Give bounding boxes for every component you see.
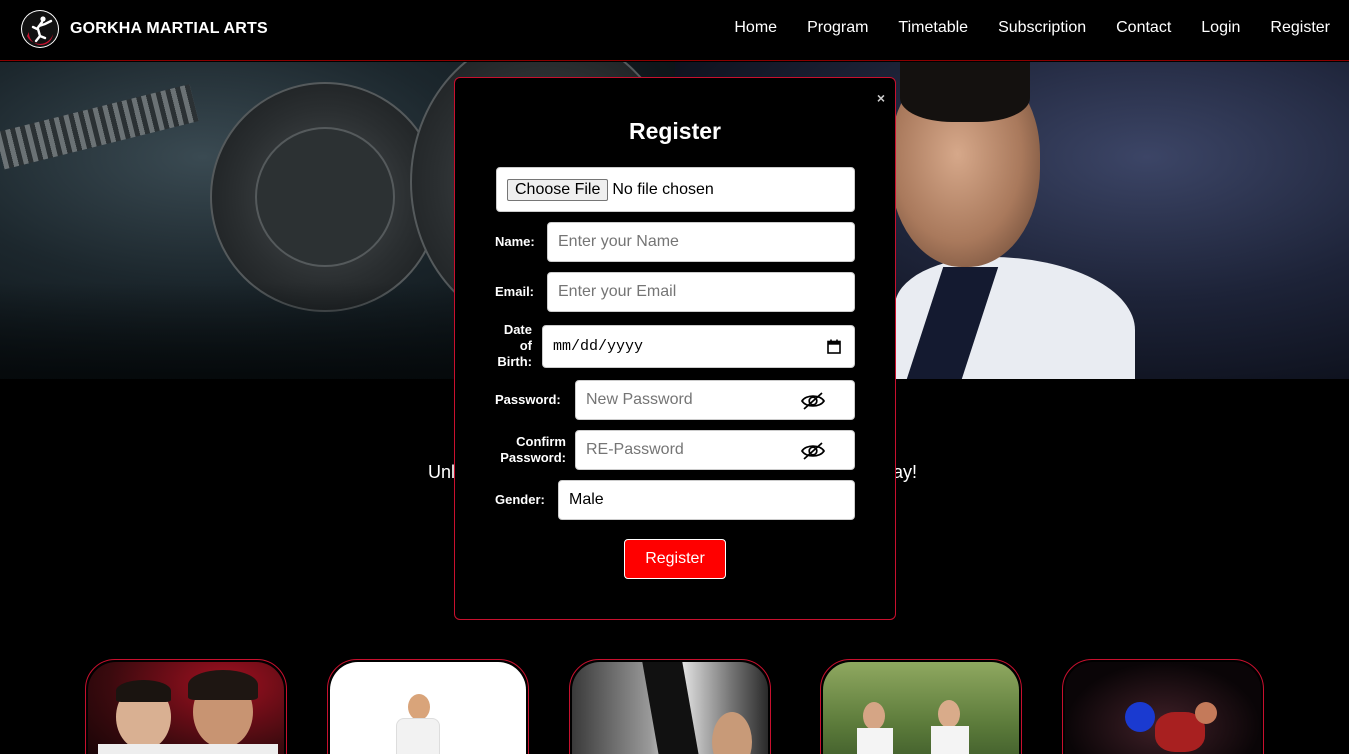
confirm-password-label: Confirm Password: xyxy=(500,434,566,465)
close-icon[interactable]: × xyxy=(877,90,885,106)
file-status: No file chosen xyxy=(612,180,714,198)
program-card-kids[interactable] xyxy=(85,659,287,754)
choose-file-button[interactable]: Choose File xyxy=(507,178,609,201)
program-card-kickboxing[interactable] xyxy=(1062,659,1264,754)
nav-program[interactable]: Program xyxy=(807,19,868,37)
profile-image-upload[interactable]: Choose File No file chosen xyxy=(496,167,855,212)
gender-select[interactable]: Male xyxy=(558,480,855,520)
dob-row: Date of Birth: mm/dd/yyyy xyxy=(495,322,855,370)
dob-field[interactable]: mm/dd/yyyy xyxy=(542,324,855,368)
nav-subscription[interactable]: Subscription xyxy=(998,19,1086,37)
nav-links: Home Program Timetable Subscription Cont… xyxy=(704,19,1330,37)
eye-slash-icon[interactable] xyxy=(800,391,826,416)
nav-contact[interactable]: Contact xyxy=(1116,19,1171,37)
password-row: Password: xyxy=(495,380,855,420)
gender-label: Gender: xyxy=(495,492,545,507)
nav-register[interactable]: Register xyxy=(1270,19,1330,37)
brand-name: GORKHA MARTIAL ARTS xyxy=(70,20,268,37)
modal-title: Register xyxy=(628,118,722,144)
logo-icon xyxy=(21,10,59,48)
eye-slash-icon[interactable] xyxy=(800,441,826,466)
confirm-password-field[interactable] xyxy=(575,430,855,470)
dob-label: Date of Birth: xyxy=(497,322,532,369)
register-modal: × Register Choose File No file chosen Na… xyxy=(454,77,896,620)
password-label: Password: xyxy=(495,392,561,407)
email-input[interactable] xyxy=(558,283,854,301)
gender-value: Male xyxy=(569,491,604,508)
program-card-outdoor[interactable] xyxy=(820,659,1022,754)
name-row: Name: xyxy=(495,222,855,262)
email-label: Email: xyxy=(495,284,535,299)
program-card-youth[interactable] xyxy=(327,659,529,754)
brand[interactable]: GORKHA MARTIAL ARTS xyxy=(21,10,268,48)
dob-value: mm/dd/yyyy xyxy=(553,337,644,355)
nav-timetable[interactable]: Timetable xyxy=(898,19,968,37)
email-row: Email: xyxy=(495,272,855,312)
nav-login[interactable]: Login xyxy=(1201,19,1240,37)
gender-row: Gender: Male xyxy=(495,480,855,520)
email-field[interactable] xyxy=(547,272,855,312)
calendar-icon[interactable] xyxy=(827,339,841,359)
name-field[interactable] xyxy=(547,222,855,262)
navbar: GORKHA MARTIAL ARTS Home Program Timetab… xyxy=(0,0,1349,61)
register-submit-button[interactable]: Register xyxy=(624,539,726,579)
program-card-adults[interactable] xyxy=(569,659,771,754)
name-input[interactable] xyxy=(558,233,854,251)
password-field[interactable] xyxy=(575,380,855,420)
confirm-password-row: Confirm Password: xyxy=(495,430,855,470)
name-label: Name: xyxy=(495,234,535,249)
nav-home[interactable]: Home xyxy=(734,19,777,37)
